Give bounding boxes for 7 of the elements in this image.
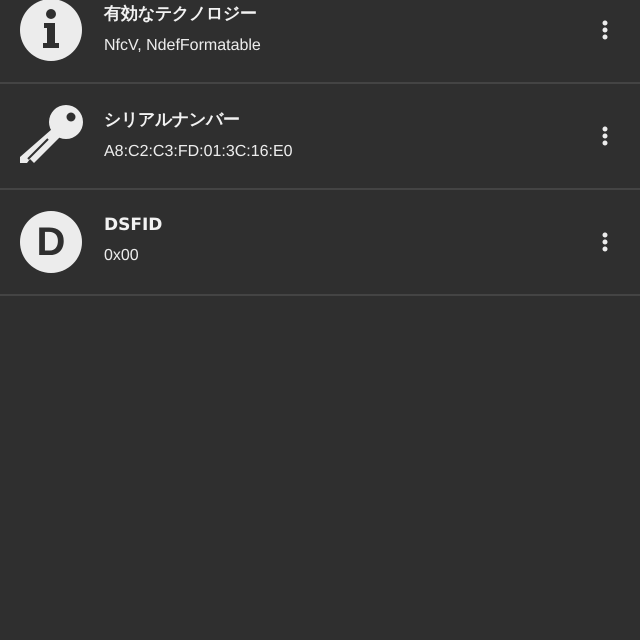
item-title: 有効なテクノロジー — [104, 2, 258, 24]
item-value: NfcV, NdefFormatable — [104, 36, 262, 54]
item-title: シリアルナンバー — [104, 108, 241, 130]
item-value: 0x00 — [104, 247, 140, 265]
item-value: A8:C2:C3:FD:01:3C:16:E0 — [104, 142, 294, 160]
item-title: DSFID — [104, 215, 164, 235]
letter-d-icon: D — [20, 211, 82, 273]
